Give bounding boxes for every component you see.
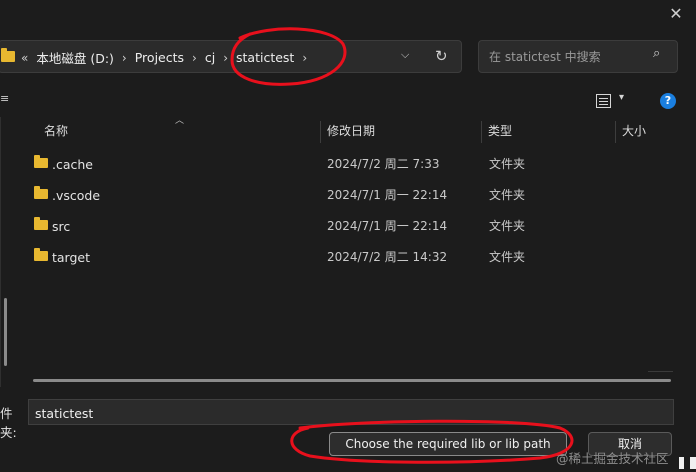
folder-name-input[interactable] (33, 403, 637, 423)
file-modified: 2024/7/1 周一 22:14 (327, 188, 448, 202)
file-type: 文件夹 (489, 157, 526, 171)
list-item[interactable]: src 2024/7/1 周一 22:14 文件夹 (14, 211, 674, 242)
column-header-size[interactable]: 大小 (616, 119, 676, 143)
folder-name-field (28, 399, 674, 425)
scrollbar-track-edge (648, 371, 673, 372)
folder-icon (34, 186, 48, 199)
list-item[interactable]: .vscode 2024/7/1 周一 22:14 文件夹 (14, 180, 674, 211)
view-details-icon (596, 94, 611, 108)
watermark: @稀土掘金技术社区 (556, 451, 669, 466)
refresh-icon[interactable]: ↻ (435, 47, 451, 65)
choose-lib-button[interactable]: Choose the required lib or lib path (329, 432, 567, 456)
list-item[interactable]: .cache 2024/7/2 周二 7:33 文件夹 (14, 149, 674, 180)
file-modified: 2024/7/2 周二 14:32 (327, 250, 448, 264)
pane-divider (0, 117, 1, 387)
file-modified: 2024/7/1 周一 22:14 (327, 219, 448, 233)
vertical-scrollbar[interactable] (4, 298, 7, 366)
help-icon[interactable]: ? (660, 93, 676, 109)
search-input[interactable] (487, 47, 651, 67)
folder-icon (34, 248, 48, 261)
breadcrumb-item-cj[interactable]: cj (205, 50, 215, 65)
breadcrumb-item-statictest[interactable]: statictest (236, 50, 294, 65)
file-type: 文件夹 (489, 188, 526, 202)
corner-marker (690, 457, 696, 469)
breadcrumb-item-projects[interactable]: Projects (135, 50, 184, 65)
column-header-modified[interactable]: 修改日期 (321, 119, 481, 143)
column-header-name[interactable]: 名称 (38, 119, 318, 143)
breadcrumb-separator[interactable]: › (302, 51, 307, 65)
column-headers: 名称 修改日期 类型 大小 (14, 119, 696, 143)
breadcrumb-separator[interactable]: › (192, 51, 197, 65)
folder-icon (1, 48, 15, 62)
horizontal-scrollbar[interactable] (33, 379, 671, 382)
view-button[interactable]: ▾ (596, 92, 632, 112)
corner-marker (679, 457, 684, 469)
file-name: target (52, 250, 91, 265)
address-bar[interactable]: « 本地磁盘 (D:) › Projects › cj › statictest… (0, 40, 462, 73)
breadcrumb-item-drive[interactable]: 本地磁盘 (D:) (36, 48, 114, 67)
list-item[interactable]: target 2024/7/2 周二 14:32 文件夹 (14, 242, 674, 273)
file-name: .cache (52, 157, 93, 172)
folder-icon (34, 217, 48, 230)
breadcrumb-separator[interactable]: › (122, 51, 127, 65)
breadcrumb-separator[interactable]: › (223, 51, 228, 65)
file-name: .vscode (52, 188, 101, 203)
column-header-type[interactable]: 类型 (482, 119, 614, 143)
file-type: 文件夹 (489, 219, 526, 233)
file-name: src (52, 219, 71, 234)
file-type: 文件夹 (489, 250, 526, 264)
organize-icon[interactable]: ≡ (0, 92, 9, 108)
chevron-down-icon[interactable]: ⌵ (401, 48, 415, 62)
chevron-down-icon: ▾ (619, 92, 625, 103)
close-icon[interactable]: ✕ (664, 4, 688, 24)
folder-name-label: 件夹: (0, 406, 17, 440)
search-box: ⌕ (478, 40, 678, 73)
search-icon[interactable]: ⌕ (653, 46, 669, 64)
breadcrumb: « 本地磁盘 (D:) › Projects › cj › statictest… (21, 48, 307, 67)
file-modified: 2024/7/2 周二 7:33 (327, 157, 440, 171)
folder-icon (34, 155, 48, 168)
breadcrumb-overflow[interactable]: « (21, 51, 28, 65)
